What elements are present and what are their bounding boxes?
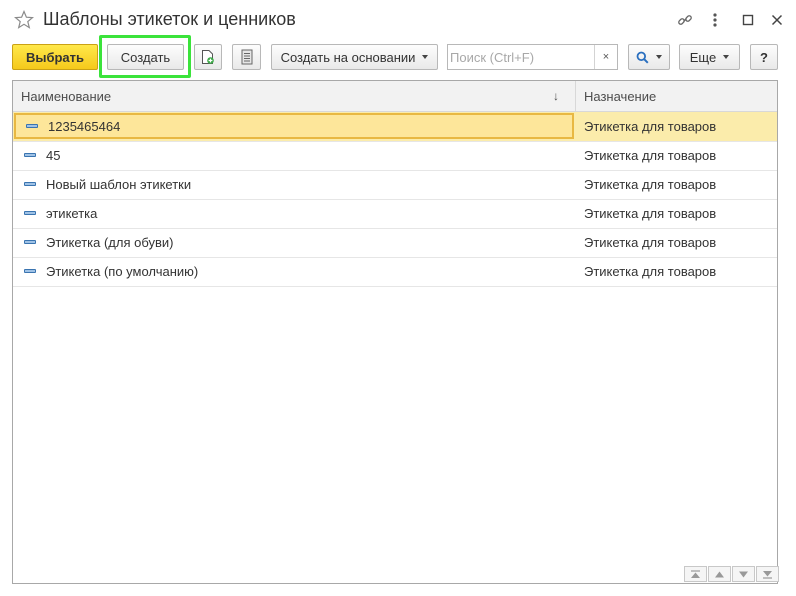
row-name-cell[interactable]: 45 bbox=[14, 142, 574, 168]
create-button[interactable]: Создать bbox=[107, 44, 184, 70]
scroll-to-last-button[interactable] bbox=[756, 566, 779, 582]
column-header-name[interactable]: Наименование bbox=[21, 81, 111, 111]
table-header: Наименование ↓ Назначение bbox=[13, 81, 777, 112]
dropdown-arrow-icon bbox=[422, 55, 429, 59]
row-purpose: Этикетка для товаров bbox=[584, 206, 717, 221]
row-purpose: Этикетка для товаров bbox=[584, 235, 717, 250]
row-name: 45 bbox=[46, 147, 61, 163]
row-purpose: Этикетка для товаров bbox=[584, 177, 717, 192]
more-button[interactable]: Еще bbox=[679, 44, 740, 70]
catalog-item-icon bbox=[24, 153, 36, 157]
dropdown-arrow-icon bbox=[723, 55, 730, 59]
catalog-item-icon bbox=[26, 124, 38, 128]
table-row[interactable]: Новый шаблон этикетки Этикетка для товар… bbox=[13, 170, 777, 200]
favorite-star-icon[interactable] bbox=[13, 9, 35, 30]
page-title: Шаблоны этикеток и ценников bbox=[43, 9, 296, 29]
table-navigation bbox=[684, 566, 780, 584]
clear-search-button[interactable]: × bbox=[594, 45, 617, 69]
search-input[interactable] bbox=[450, 47, 592, 67]
row-name-cell[interactable]: 1235465464 bbox=[14, 113, 574, 139]
down-arrow-icon bbox=[739, 571, 748, 577]
scroll-to-first-button[interactable] bbox=[684, 566, 707, 582]
first-page-icon bbox=[691, 569, 700, 578]
search-icon bbox=[636, 51, 649, 64]
command-bar: Выбрать Создать Создать на основании × Е… bbox=[0, 44, 796, 72]
create-based-on-label: Создать на основании bbox=[280, 49, 416, 65]
table-row[interactable]: Этикетка (для обуви) Этикетка для товаро… bbox=[13, 228, 777, 258]
scroll-up-button[interactable] bbox=[708, 566, 731, 582]
dropdown-arrow-icon bbox=[656, 55, 662, 59]
row-name: 1235465464 bbox=[48, 118, 121, 134]
row-name-cell[interactable]: Новый шаблон этикетки bbox=[14, 171, 574, 197]
title-bar: Шаблоны этикеток и ценников bbox=[0, 0, 796, 40]
select-button[interactable]: Выбрать bbox=[12, 44, 98, 70]
table-row[interactable]: Этикетка (по умолчанию) Этикетка для тов… bbox=[13, 257, 777, 287]
up-arrow-icon bbox=[715, 571, 724, 577]
create-based-on-button[interactable]: Создать на основании bbox=[271, 44, 438, 70]
row-purpose: Этикетка для товаров bbox=[584, 264, 717, 279]
list-icon bbox=[241, 49, 252, 65]
copy-document-icon bbox=[202, 50, 214, 64]
more-label: Еще bbox=[689, 49, 717, 65]
catalog-item-icon bbox=[24, 211, 36, 215]
copy-button[interactable] bbox=[194, 44, 222, 70]
catalog-item-icon bbox=[24, 182, 36, 186]
search-options-button[interactable] bbox=[628, 44, 670, 70]
column-divider[interactable] bbox=[575, 81, 576, 111]
link-icon[interactable] bbox=[676, 11, 694, 29]
table-row[interactable]: этикетка Этикетка для товаров bbox=[13, 199, 777, 229]
row-purpose: Этикетка для товаров bbox=[584, 119, 717, 134]
row-purpose: Этикетка для товаров bbox=[584, 148, 717, 163]
sort-descending-icon[interactable]: ↓ bbox=[553, 81, 559, 111]
more-vertical-icon[interactable] bbox=[706, 11, 724, 29]
templates-table[interactable]: Наименование ↓ Назначение 1235465464 Эти… bbox=[12, 80, 778, 584]
close-icon[interactable] bbox=[768, 11, 786, 29]
row-name-cell[interactable]: этикетка bbox=[14, 200, 574, 226]
row-name-cell[interactable]: Этикетка (для обуви) bbox=[14, 229, 574, 255]
table-row[interactable]: 45 Этикетка для товаров bbox=[13, 141, 777, 171]
table-row[interactable]: 1235465464 Этикетка для товаров bbox=[13, 112, 777, 142]
column-header-purpose[interactable]: Назначение bbox=[584, 81, 656, 111]
row-name-cell[interactable]: Этикетка (по умолчанию) bbox=[14, 258, 574, 284]
catalog-item-icon bbox=[24, 269, 36, 273]
help-button[interactable]: ? bbox=[750, 44, 778, 70]
row-name: Этикетка (для обуви) bbox=[46, 234, 174, 250]
last-page-icon bbox=[763, 570, 772, 579]
row-name: Этикетка (по умолчанию) bbox=[46, 263, 199, 279]
search-box[interactable]: × bbox=[447, 44, 618, 70]
scroll-down-button[interactable] bbox=[732, 566, 755, 582]
row-name: этикетка bbox=[46, 205, 98, 221]
list-settings-button[interactable] bbox=[232, 44, 261, 70]
maximize-icon[interactable] bbox=[739, 11, 757, 29]
row-name: Новый шаблон этикетки bbox=[46, 176, 192, 192]
catalog-item-icon bbox=[24, 240, 36, 244]
